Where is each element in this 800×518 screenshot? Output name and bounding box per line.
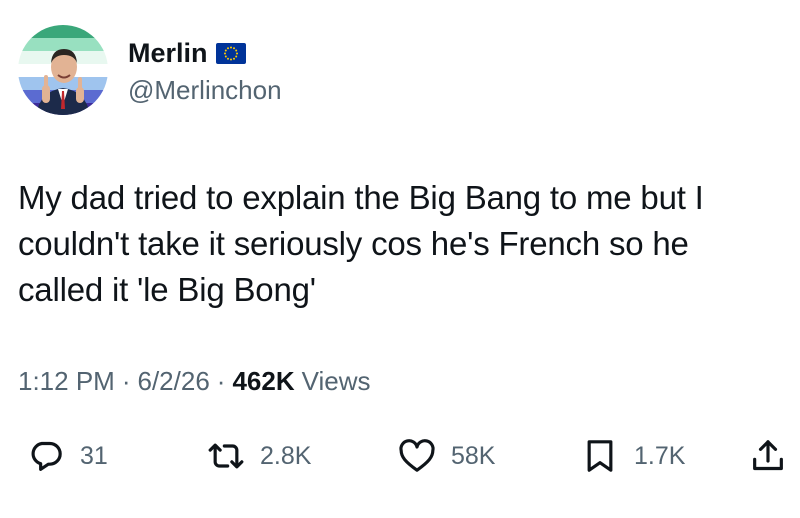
share-icon <box>748 436 788 476</box>
reply-button[interactable]: 31 <box>26 436 108 476</box>
views-label: Views <box>301 366 371 396</box>
avatar-image <box>18 25 108 115</box>
avatar[interactable] <box>18 25 108 115</box>
tweet-line: called it 'le Big Bong' <box>18 271 316 308</box>
tweet-text: My dad tried to explain the Big Bang to … <box>18 175 788 313</box>
bookmark-button[interactable]: 1.7K <box>580 436 685 476</box>
like-button[interactable]: 58K <box>397 436 495 476</box>
user-handle[interactable]: @Merlinchon <box>128 75 282 105</box>
bookmark-icon <box>580 436 620 476</box>
eu-flag-icon <box>215 42 246 64</box>
views-count: 462K <box>232 366 295 396</box>
heart-icon <box>397 436 437 476</box>
separator-dot: · <box>121 366 131 396</box>
repost-button[interactable]: 2.8K <box>206 436 311 476</box>
repost-icon <box>206 436 246 476</box>
share-button[interactable] <box>748 436 788 476</box>
user-name-row[interactable]: Merlin <box>128 38 246 68</box>
repost-count: 2.8K <box>260 441 312 470</box>
tweet-date[interactable]: 6/2/26 <box>138 366 210 397</box>
tweet-line: couldn't take it seriously cos he's Fren… <box>18 225 689 262</box>
display-name[interactable]: Merlin <box>128 38 208 68</box>
separator-dot: · <box>216 366 226 396</box>
reply-count: 31 <box>80 441 108 470</box>
tweet-meta: 1:12 PM · 6/2/26 · 462K Views <box>18 366 371 397</box>
like-count: 58K <box>451 441 496 470</box>
reply-icon <box>26 436 66 476</box>
bookmark-count: 1.7K <box>634 441 686 470</box>
tweet-time[interactable]: 1:12 PM <box>18 366 115 397</box>
tweet-line: My dad tried to explain the Big Bang to … <box>18 179 704 216</box>
action-bar: 31 2.8K 58K 1.7K <box>0 436 800 480</box>
